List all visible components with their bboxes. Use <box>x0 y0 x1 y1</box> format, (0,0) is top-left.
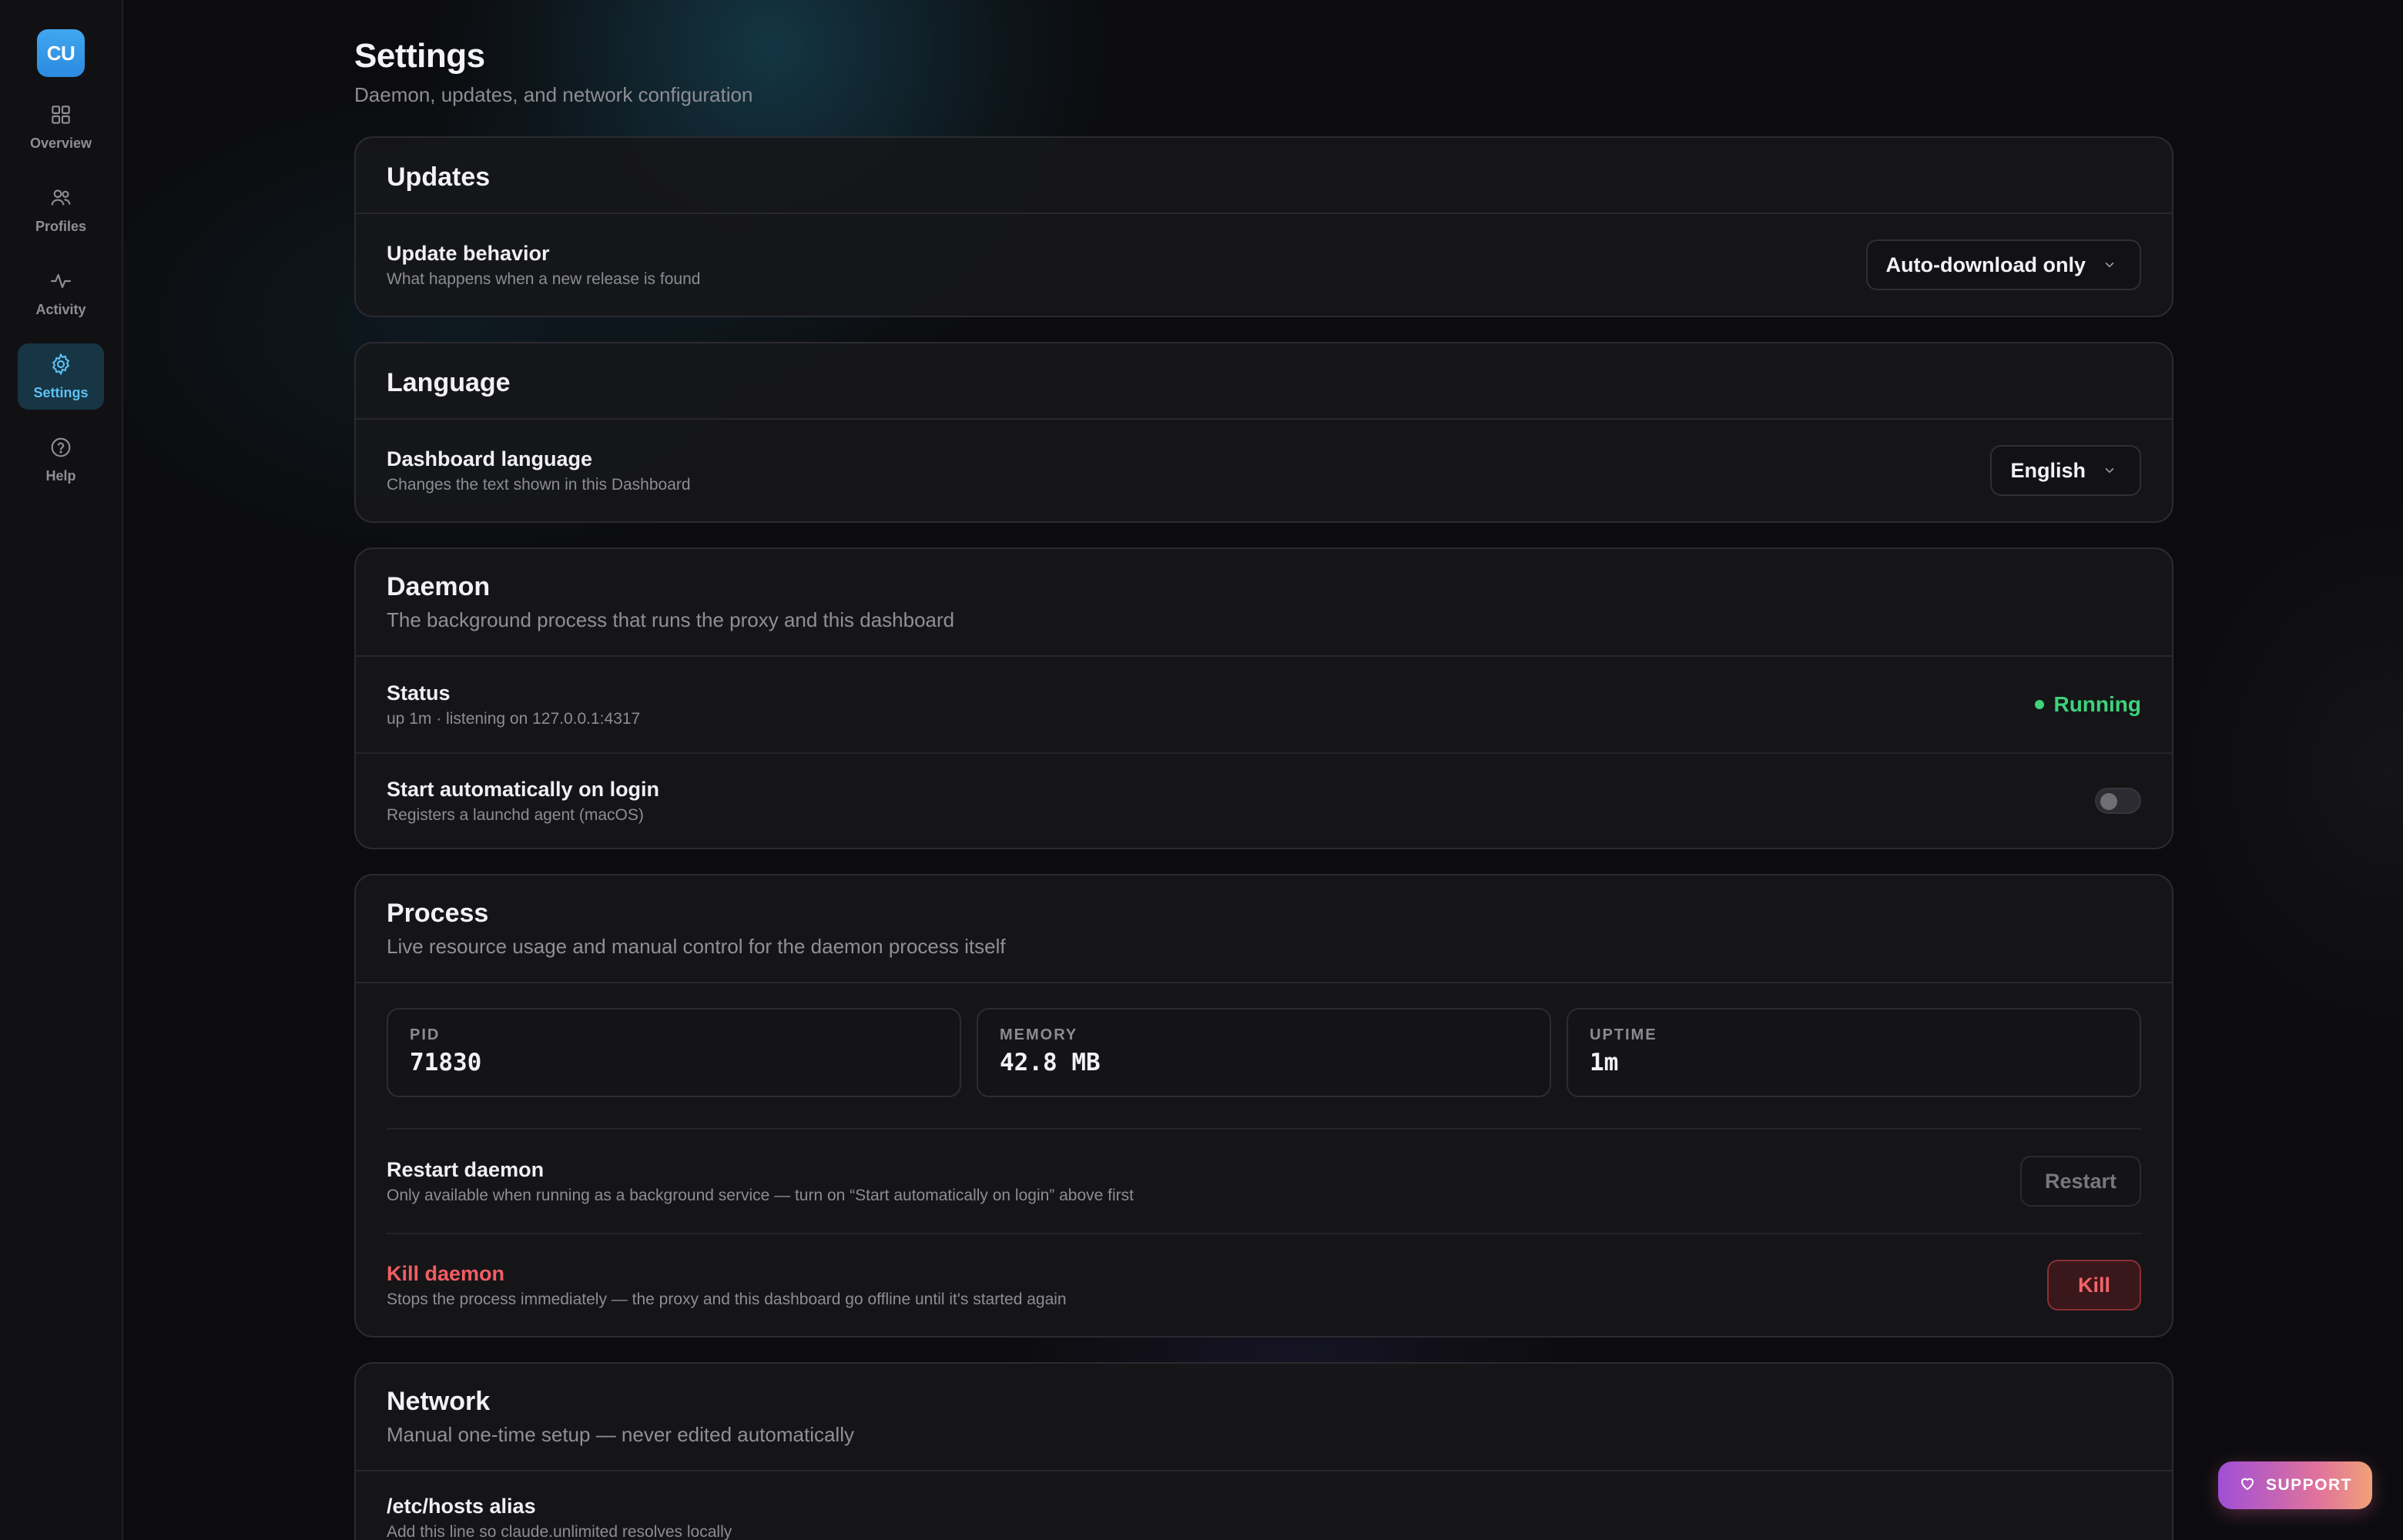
stat-value: 42.8 MB <box>1000 1049 1101 1076</box>
stat-memory: MEMORY 42.8 MB <box>977 1008 1551 1097</box>
process-card-header: Process Live resource usage and manual c… <box>356 875 2172 983</box>
card-title: Daemon <box>387 572 491 601</box>
update-behavior-row: Update behavior What happens when a new … <box>356 214 2172 316</box>
process-stats: PID 71830 MEMORY 42.8 MB UPTIME 1m <box>356 983 2172 1128</box>
language-card: Language Dashboard language Changes the … <box>354 342 2173 523</box>
card-title: Network <box>387 1387 491 1416</box>
row-description: Only available when running as a backgro… <box>387 1186 1134 1204</box>
sidebar-item-label: Activity <box>35 302 86 317</box>
status-badge: Running <box>2035 692 2141 717</box>
row-description: Add this line so claude.unlimited resolv… <box>387 1523 732 1540</box>
row-description: Changes the text shown in this Dashboard <box>387 475 691 494</box>
stat-label: UPTIME <box>1590 1026 1657 1043</box>
stat-value: 71830 <box>410 1049 482 1076</box>
row-text: Kill daemon Stops the process immediatel… <box>387 1262 1067 1309</box>
updates-card-header: Updates <box>356 138 2172 214</box>
language-select[interactable]: English <box>1990 445 2141 496</box>
restart-button[interactable]: Restart <box>2019 1156 2141 1207</box>
help-circle-icon <box>49 435 73 464</box>
row-description: What happens when a new release is found <box>387 270 701 288</box>
row-title: Start automatically on login <box>387 777 660 801</box>
sidebar: CU Overview Profiles Activity Settings H… <box>0 0 123 1540</box>
autostart-toggle[interactable] <box>2095 788 2141 814</box>
row-description: Stops the process immediately — the prox… <box>387 1290 1067 1308</box>
row-text: /etc/hosts alias Add this line so claude… <box>387 1495 732 1540</box>
page-subtitle: Daemon, updates, and network configurati… <box>354 83 753 106</box>
chevron-down-icon <box>2103 459 2116 483</box>
gear-icon <box>49 352 73 380</box>
stat-label: MEMORY <box>1000 1026 1078 1043</box>
daemon-status-row: Status up 1m · listening on 127.0.0.1:43… <box>356 657 2172 752</box>
stat-value: 1m <box>1590 1049 1619 1076</box>
autostart-row: Start automatically on login Registers a… <box>356 752 2172 848</box>
select-value: Auto-download only <box>1885 253 2086 276</box>
sidebar-nav: Overview Profiles Activity Settings Help <box>18 94 104 493</box>
restart-row: Restart daemon Only available when runni… <box>387 1130 2141 1233</box>
sidebar-item-label: Help <box>45 468 76 484</box>
sidebar-item-profiles[interactable]: Profiles <box>18 177 104 243</box>
card-subtitle: The background process that runs the pro… <box>387 608 955 631</box>
card-subtitle: Live resource usage and manual control f… <box>387 935 1006 958</box>
card-title: Language <box>387 368 511 397</box>
card-title: Updates <box>387 162 491 192</box>
sidebar-item-activity[interactable]: Activity <box>18 260 104 326</box>
status-label: Running <box>2053 692 2141 716</box>
main-content: Settings Daemon, updates, and network co… <box>354 0 2173 1540</box>
support-label: SUPPORT <box>2265 1476 2352 1494</box>
toggle-knob <box>2100 793 2117 810</box>
row-description: Registers a launchd agent (macOS) <box>387 805 644 824</box>
page-title: Settings <box>354 37 485 75</box>
network-card-header: Network Manual one-time setup — never ed… <box>356 1364 2172 1471</box>
sidebar-item-settings[interactable]: Settings <box>18 343 104 410</box>
chevron-down-icon <box>2103 253 2116 277</box>
row-title: Status <box>387 681 451 705</box>
status-dot-icon <box>2035 700 2045 709</box>
row-text: Status up 1m · listening on 127.0.0.1:43… <box>387 681 640 728</box>
grid-icon <box>49 102 73 131</box>
sidebar-item-label: Profiles <box>35 219 87 234</box>
hosts-alias-row: /etc/hosts alias Add this line so claude… <box>356 1471 2172 1540</box>
heart-icon <box>2238 1474 2257 1497</box>
process-actions: Restart daemon Only available when runni… <box>387 1128 2141 1336</box>
row-text: Start automatically on login Registers a… <box>387 778 659 825</box>
sidebar-item-label: Settings <box>33 385 89 400</box>
select-value: English <box>2010 458 2086 482</box>
daemon-card-header: Daemon The background process that runs … <box>356 549 2172 657</box>
row-text: Restart daemon Only available when runni… <box>387 1158 1134 1205</box>
card-title: Process <box>387 899 489 928</box>
row-text: Dashboard language Changes the text show… <box>387 447 691 494</box>
pulse-icon <box>49 269 73 297</box>
sidebar-item-overview[interactable]: Overview <box>18 94 104 160</box>
row-title: /etc/hosts alias <box>387 1495 536 1518</box>
network-card: Network Manual one-time setup — never ed… <box>354 1362 2173 1540</box>
row-title: Kill daemon <box>387 1261 505 1285</box>
row-description: up 1m · listening on 127.0.0.1:4317 <box>387 709 641 728</box>
row-title: Dashboard language <box>387 447 593 470</box>
row-title: Update behavior <box>387 241 550 265</box>
kill-button[interactable]: Kill <box>2046 1260 2141 1311</box>
row-title: Restart daemon <box>387 1157 545 1181</box>
sidebar-item-help[interactable]: Help <box>18 427 104 493</box>
stat-pid: PID 71830 <box>387 1008 961 1097</box>
updates-card: Updates Update behavior What happens whe… <box>354 136 2173 317</box>
kill-row: Kill daemon Stops the process immediatel… <box>387 1233 2141 1336</box>
daemon-card: Daemon The background process that runs … <box>354 547 2173 849</box>
row-text: Update behavior What happens when a new … <box>387 242 700 289</box>
stat-uptime: UPTIME 1m <box>1567 1008 2141 1097</box>
sidebar-item-label: Overview <box>29 136 92 151</box>
update-behavior-select[interactable]: Auto-download only <box>1865 239 2141 290</box>
support-button[interactable]: SUPPORT <box>2218 1461 2372 1509</box>
stat-label: PID <box>410 1026 441 1043</box>
users-icon <box>49 186 73 214</box>
dashboard-language-row: Dashboard language Changes the text show… <box>356 420 2172 521</box>
app-logo[interactable]: CU <box>37 29 85 77</box>
language-card-header: Language <box>356 343 2172 420</box>
process-card: Process Live resource usage and manual c… <box>354 874 2173 1337</box>
card-subtitle: Manual one-time setup — never edited aut… <box>387 1423 854 1446</box>
